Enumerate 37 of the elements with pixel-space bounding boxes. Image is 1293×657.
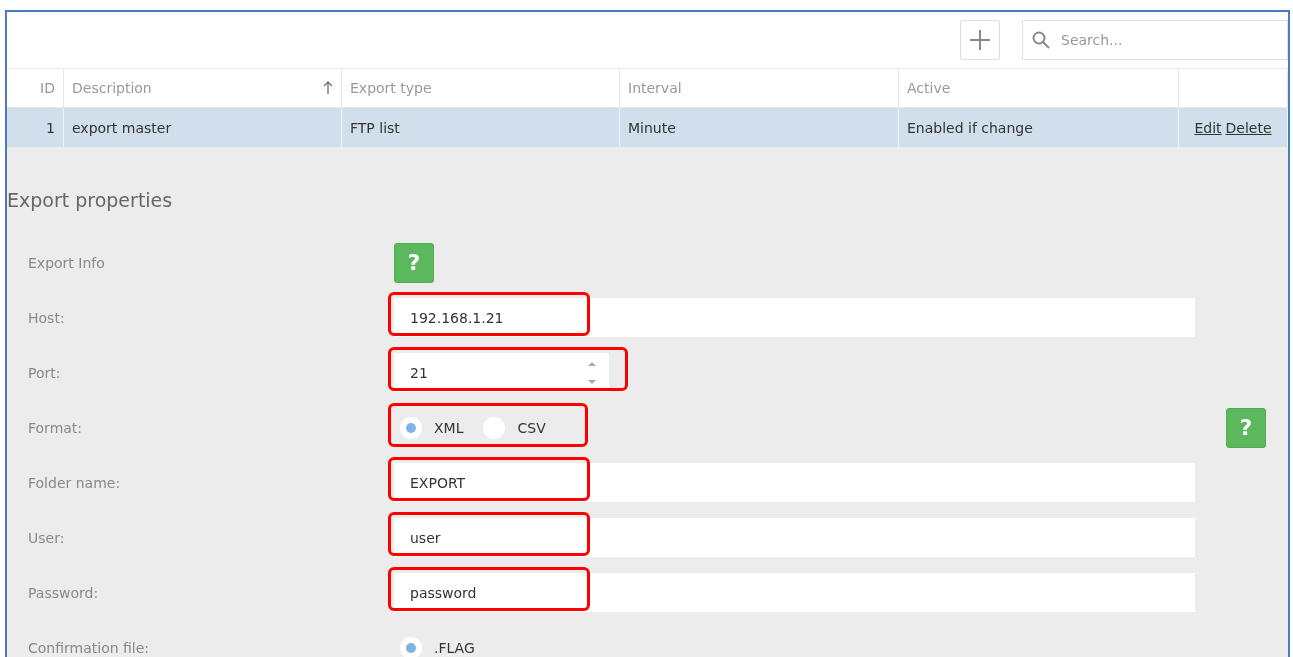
table-cell: Enabled if change [899, 108, 1179, 147]
add-button[interactable] [960, 20, 1000, 60]
plus-icon [969, 29, 991, 51]
header-label: Active [907, 80, 951, 96]
field-label: Format: [27, 419, 84, 436]
action-link[interactable]: Delete [1225, 119, 1272, 136]
search-icon [1032, 31, 1050, 49]
header-label: Interval [628, 80, 682, 96]
radio-button[interactable] [400, 416, 422, 439]
field-label: Host: [27, 309, 66, 326]
number-field[interactable]: 21 [394, 353, 609, 392]
sort-arrow-icon [323, 81, 333, 95]
radio-option[interactable]: CSV [483, 416, 546, 439]
field-label: Export Info [27, 254, 106, 271]
table-cell: export master [64, 108, 342, 147]
input-field[interactable]: user [394, 518, 1195, 557]
field-label: User: [27, 529, 66, 546]
field-label: Folder name: [27, 474, 122, 491]
section-title: Export properties [7, 189, 174, 211]
header-label: Description [72, 80, 152, 96]
radio-option[interactable]: .FLAG [400, 636, 475, 657]
header-label: ID [40, 80, 55, 96]
field-label: Port: [27, 364, 62, 381]
table-cell: 1 [7, 108, 64, 147]
field-label: Password: [27, 584, 100, 601]
input-field[interactable]: EXPORT [394, 463, 1195, 502]
search-field[interactable]: Search... [1022, 20, 1288, 60]
table-cell: FTP list [342, 108, 620, 147]
header-label: Export type [350, 80, 432, 96]
field-label: Confirmation file: [27, 639, 151, 656]
radio-button[interactable] [400, 636, 422, 657]
radio-option[interactable]: XML [400, 416, 464, 439]
action-link[interactable]: Edit [1194, 119, 1222, 136]
spinner-arrows-icon[interactable] [587, 359, 597, 386]
input-field[interactable]: 192.168.1.21 [394, 298, 1195, 337]
table-cell: Minute [620, 108, 899, 147]
input-field[interactable]: password [394, 573, 1195, 612]
